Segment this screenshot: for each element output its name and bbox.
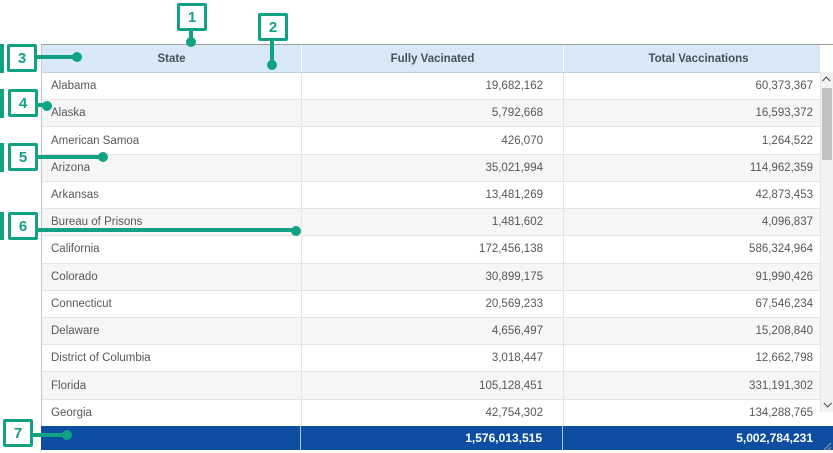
callout-1-dot xyxy=(186,37,196,47)
cell-total-vaccinations: 114,962,359 xyxy=(563,155,833,181)
list-table: State Fully Vacinated Total Vaccinations… xyxy=(41,44,833,450)
callout-2-box: 2 xyxy=(258,13,288,41)
cell-fully-vaccinated: 19,682,162 xyxy=(301,73,563,99)
cell-fully-vaccinated: 13,481,269 xyxy=(301,182,563,208)
table-row[interactable]: Arizona35,021,994114,962,359 xyxy=(42,155,833,182)
callout-6-box: 6 xyxy=(8,212,38,240)
screenshot-page: State Fully Vacinated Total Vaccinations… xyxy=(0,0,833,453)
callout-5-edge-mark xyxy=(0,143,4,172)
cell-state: California xyxy=(42,236,301,262)
resize-grip-icon xyxy=(822,441,832,451)
callout-6-edge-mark xyxy=(0,212,4,240)
vertical-scrollbar[interactable] xyxy=(820,72,833,412)
scroll-down-button[interactable] xyxy=(821,396,833,412)
callout-3-dot xyxy=(72,52,82,62)
scrollbar-header-gap xyxy=(820,45,833,72)
table-row[interactable]: Florida105,128,451331,191,302 xyxy=(42,372,833,399)
table-row[interactable]: Connecticut20,569,23367,546,234 xyxy=(42,291,833,318)
cell-fully-vaccinated: 20,569,233 xyxy=(301,291,563,317)
cell-fully-vaccinated: 5,792,668 xyxy=(301,100,563,126)
cell-total-vaccinations: 15,208,840 xyxy=(563,318,833,344)
cell-state: American Samoa xyxy=(42,127,301,153)
callout-2-dot xyxy=(267,60,277,70)
table-total-row: 1,576,013,515 5,002,784,231 xyxy=(41,426,833,450)
cell-total-vaccinations: 42,873,453 xyxy=(563,182,833,208)
table-header-row: State Fully Vacinated Total Vaccinations xyxy=(42,45,833,73)
cell-total-vaccinations: 16,593,372 xyxy=(563,100,833,126)
table-row[interactable]: Georgia42,754,302134,288,765 xyxy=(42,400,833,427)
callout-3-edge-mark xyxy=(0,44,4,73)
table-row[interactable]: Alaska5,792,66816,593,372 xyxy=(42,100,833,127)
chevron-down-icon xyxy=(823,399,831,407)
table-row[interactable]: Arkansas13,481,26942,873,453 xyxy=(42,182,833,209)
total-total-vaccinations-cell: 5,002,784,231 xyxy=(562,426,833,450)
column-header-total-vaccinations[interactable]: Total Vaccinations xyxy=(563,45,833,72)
callout-6-dot xyxy=(291,226,301,236)
callout-7-box: 7 xyxy=(3,419,33,447)
cell-state: Georgia xyxy=(42,400,301,426)
total-fully-vaccinated-cell: 1,576,013,515 xyxy=(300,426,562,450)
callout-4-box: 4 xyxy=(8,89,38,117)
scrollbar-thumb[interactable] xyxy=(822,88,832,160)
table-row[interactable]: Bureau of Prisons1,481,6024,096,837 xyxy=(42,209,833,236)
cell-fully-vaccinated: 172,456,138 xyxy=(301,236,563,262)
cell-fully-vaccinated: 3,018,447 xyxy=(301,345,563,371)
table-row[interactable]: American Samoa426,0701,264,522 xyxy=(42,127,833,154)
cell-fully-vaccinated: 4,656,497 xyxy=(301,318,563,344)
cell-total-vaccinations: 67,546,234 xyxy=(563,291,833,317)
scroll-up-button[interactable] xyxy=(821,72,833,88)
cell-fully-vaccinated: 1,481,602 xyxy=(301,209,563,235)
table-row[interactable]: California172,456,138586,324,964 xyxy=(42,236,833,263)
callout-5-stem xyxy=(36,155,103,159)
table-row[interactable]: District of Columbia3,018,44712,662,798 xyxy=(42,345,833,372)
table-row[interactable]: Delaware4,656,49715,208,840 xyxy=(42,318,833,345)
cell-fully-vaccinated: 426,070 xyxy=(301,127,563,153)
cell-fully-vaccinated: 35,021,994 xyxy=(301,155,563,181)
cell-total-vaccinations: 60,373,367 xyxy=(563,73,833,99)
callout-3-box: 3 xyxy=(7,44,37,72)
cell-total-vaccinations: 586,324,964 xyxy=(563,236,833,262)
total-state-cell xyxy=(41,426,300,450)
table-row[interactable]: Colorado30,899,17591,990,426 xyxy=(42,264,833,291)
chevron-up-icon xyxy=(822,76,830,84)
cell-fully-vaccinated: 42,754,302 xyxy=(301,400,563,426)
cell-state: Alaska xyxy=(42,100,301,126)
cell-state: Florida xyxy=(42,372,301,398)
callout-7-dot xyxy=(62,430,72,440)
callout-5-box: 5 xyxy=(8,143,38,171)
callout-4-dot xyxy=(42,101,52,111)
callout-3-stem xyxy=(35,55,77,59)
cell-state: Delaware xyxy=(42,318,301,344)
column-header-fully-vaccinated[interactable]: Fully Vacinated xyxy=(301,45,563,72)
cell-fully-vaccinated: 105,128,451 xyxy=(301,372,563,398)
cell-total-vaccinations: 91,990,426 xyxy=(563,264,833,290)
cell-state: Alabama xyxy=(42,73,301,99)
callout-5-dot xyxy=(98,152,108,162)
cell-total-vaccinations: 134,288,765 xyxy=(563,400,833,426)
cell-state: District of Columbia xyxy=(42,345,301,371)
cell-state: Connecticut xyxy=(42,291,301,317)
table-body: Alabama19,682,16260,373,367Alaska5,792,6… xyxy=(42,73,833,427)
cell-total-vaccinations: 12,662,798 xyxy=(563,345,833,371)
table-row[interactable]: Alabama19,682,16260,373,367 xyxy=(42,73,833,100)
cell-total-vaccinations: 1,264,522 xyxy=(563,127,833,153)
cell-total-vaccinations: 331,191,302 xyxy=(563,372,833,398)
callout-6-stem xyxy=(35,228,296,232)
cell-total-vaccinations: 4,096,837 xyxy=(563,209,833,235)
callout-4-edge-mark xyxy=(0,89,4,118)
cell-state: Colorado xyxy=(42,264,301,290)
cell-fully-vaccinated: 30,899,175 xyxy=(301,264,563,290)
callout-1-box: 1 xyxy=(177,3,207,31)
cell-state: Arkansas xyxy=(42,182,301,208)
